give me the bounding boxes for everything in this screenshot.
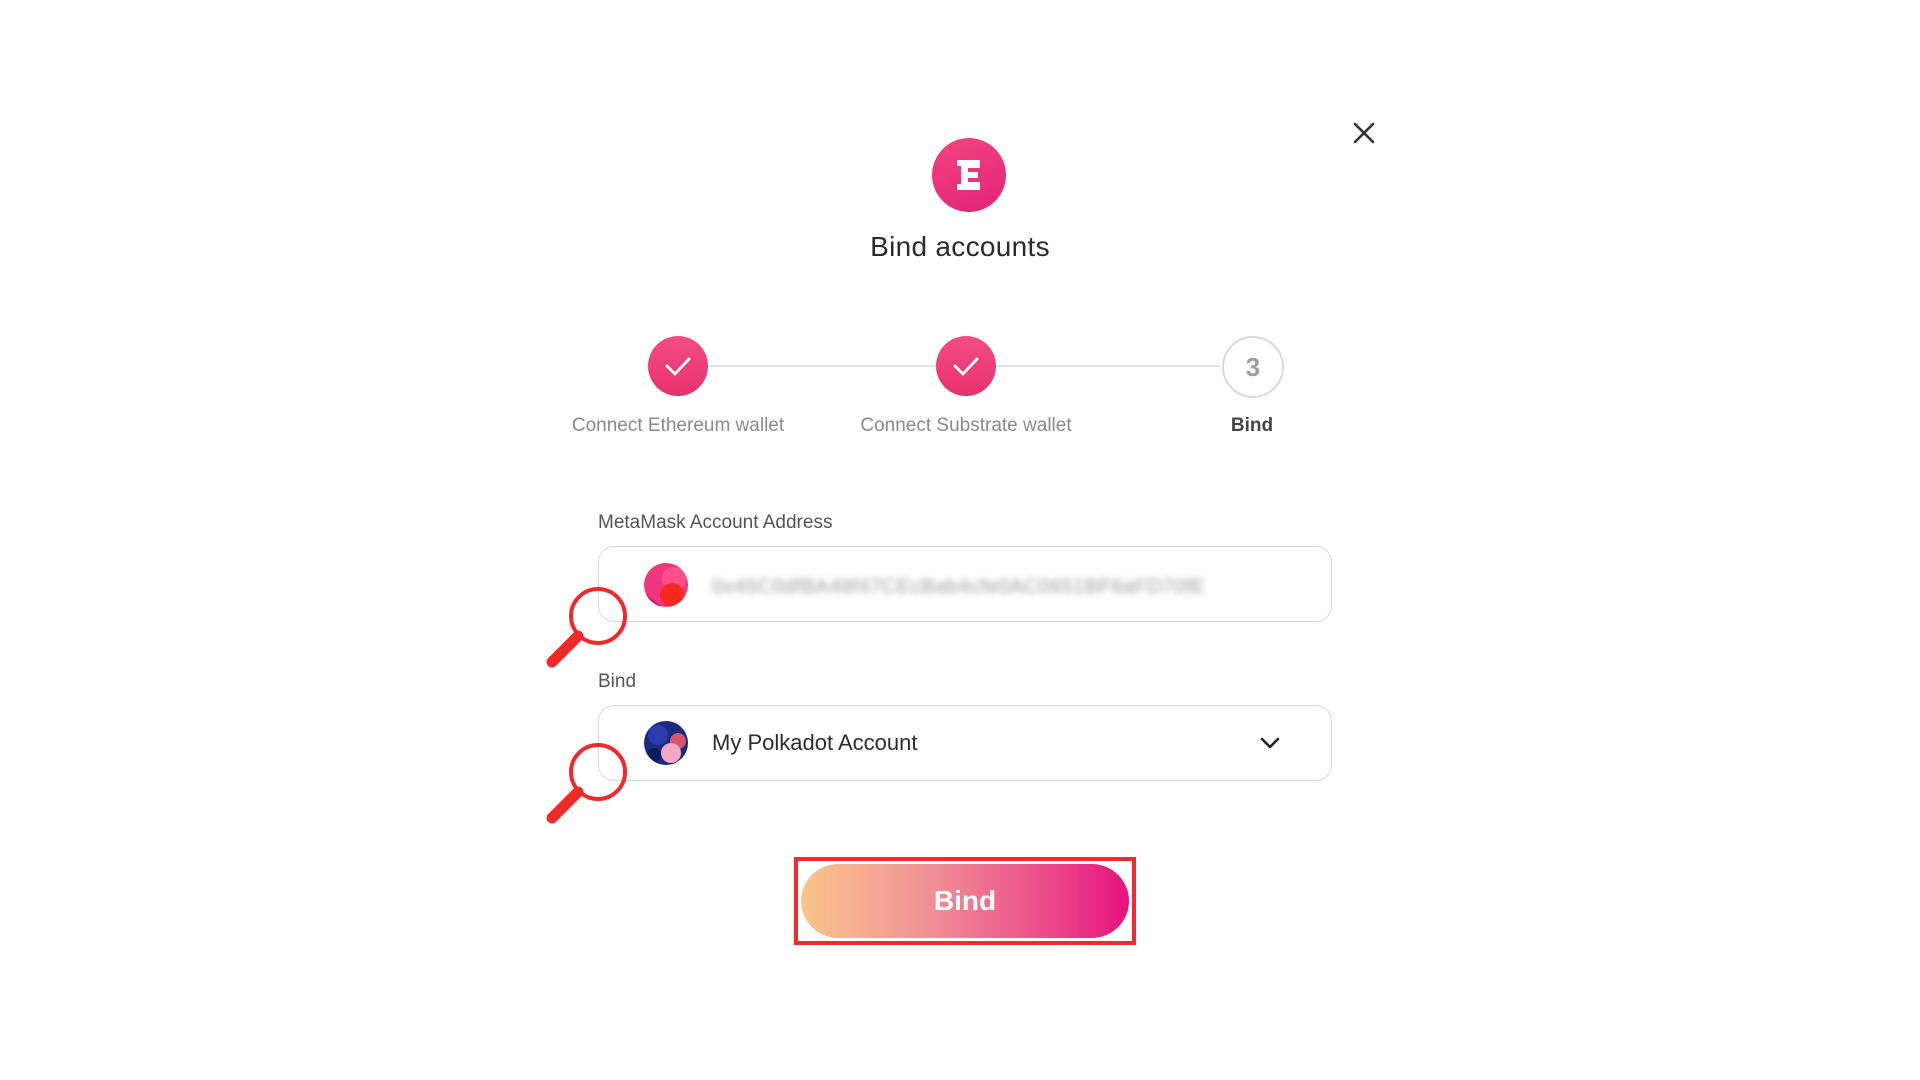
step-1-indicator <box>648 336 708 396</box>
step-1-label: Connect Ethereum wallet <box>571 415 785 436</box>
select-toggle[interactable] <box>1256 729 1284 757</box>
step-3-number: 3 <box>1245 351 1261 382</box>
chevron-down-icon[interactable] <box>1256 729 1284 757</box>
polkadot-account-select[interactable] <box>598 705 1332 781</box>
magnifier-icon <box>546 587 627 668</box>
metamask-address-label: MetaMask Account Address <box>598 512 833 533</box>
check-icon <box>953 357 979 376</box>
ethereum-avatar <box>644 563 688 607</box>
e-logo-icon <box>957 160 980 190</box>
dialog-title: Bind accounts <box>870 231 1050 262</box>
bind-button[interactable]: Bind <box>801 864 1129 938</box>
ethereum-avatar-icon <box>644 563 688 607</box>
magnifier-annotation-1 <box>540 584 632 676</box>
step-3-indicator: 3 <box>1222 336 1284 398</box>
step-2-indicator <box>936 336 996 396</box>
step-connector-1 <box>708 365 936 367</box>
magnifier-icon <box>546 743 627 824</box>
step-3-label: Bind <box>1230 415 1274 436</box>
close-icon[interactable] <box>1349 118 1379 148</box>
step-connector-2 <box>996 365 1220 367</box>
magnifier-annotation-2 <box>540 740 632 832</box>
check-icon <box>665 357 691 376</box>
polkadot-avatar <box>644 721 688 765</box>
polkadot-avatar-icon <box>644 721 688 765</box>
step-2-label: Connect Substrate wallet <box>860 415 1072 436</box>
selected-account-name[interactable]: My Polkadot Account <box>712 730 917 756</box>
app-logo <box>932 138 1006 212</box>
close-button[interactable] <box>1349 118 1379 148</box>
metamask-address-value: 0x45C0dfBA48f47CEcBab4cfe0AC0651BF6aFD70… <box>712 576 1206 598</box>
